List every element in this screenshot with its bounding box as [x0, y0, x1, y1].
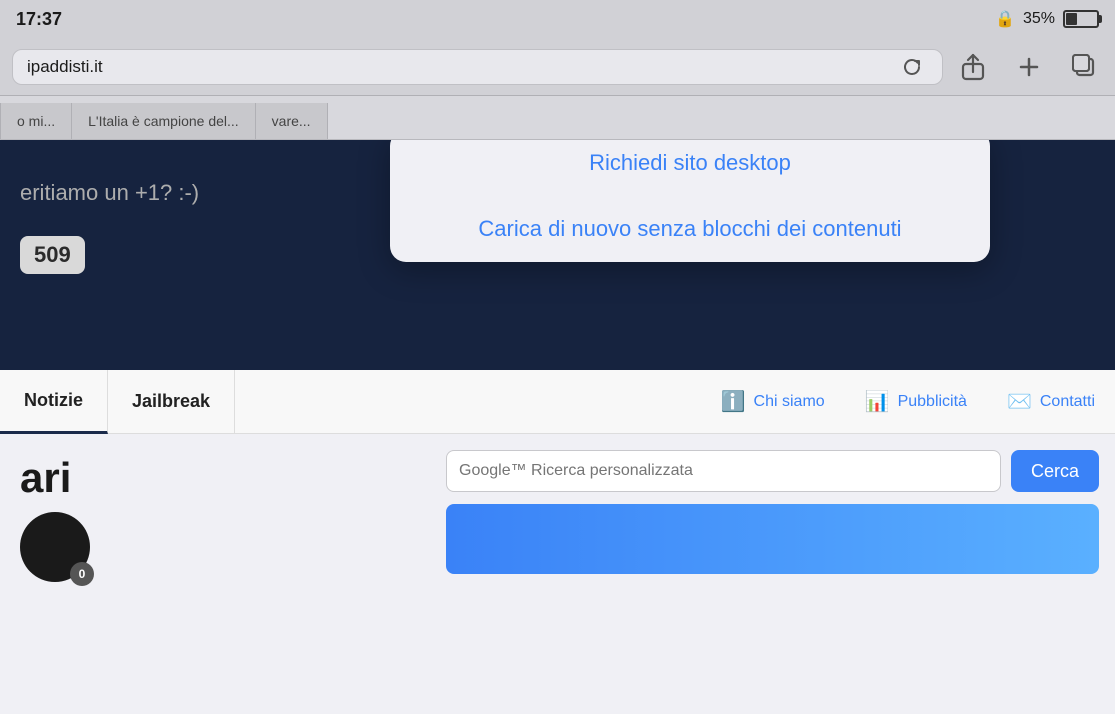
info-icon: ℹ️ [721, 389, 746, 414]
popup-item-reload[interactable]: Carica di nuovo senza blocchi dei conten… [390, 196, 990, 262]
nav-chi-siamo[interactable]: ℹ️ Chi siamo [701, 389, 845, 414]
dark-section: eritiamo un +1? :-) 509 Richiedi sito de… [0, 140, 1115, 370]
nav-notizie[interactable]: Notizie [0, 370, 108, 434]
bottom-title: ari [20, 454, 410, 502]
url-bar[interactable]: ipaddisti.it [12, 49, 943, 85]
nav-contatti-label: Contatti [1040, 393, 1095, 411]
nav-chi-siamo-label: Chi siamo [754, 393, 825, 411]
nav-bar: Notizie Jailbreak ℹ️ Chi siamo 📊 Pubblic… [0, 370, 1115, 434]
nav-contatti[interactable]: ✉️ Contatti [987, 389, 1115, 414]
mail-icon: ✉️ [1007, 389, 1032, 414]
apple-logo: 0 [20, 512, 90, 582]
status-bar: 17:37 🔒 35% [0, 0, 1115, 38]
search-row: Cerca [446, 450, 1099, 492]
popup-dropdown: Richiedi sito desktop Carica di nuovo se… [390, 140, 990, 262]
tabs-button[interactable] [1067, 49, 1103, 85]
popup-item-desktop-label: Richiedi sito desktop [589, 150, 791, 175]
share-button[interactable] [955, 49, 991, 85]
main-content: eritiamo un +1? :-) 509 Richiedi sito de… [0, 140, 1115, 714]
status-time: 17:37 [16, 9, 62, 30]
popup-item-desktop[interactable]: Richiedi sito desktop [390, 140, 990, 196]
tab-item-3[interactable]: vare... [256, 103, 328, 139]
banner-ad [446, 504, 1099, 574]
apple-badge: 0 [70, 562, 94, 586]
add-tab-button[interactable] [1011, 49, 1047, 85]
nav-jailbreak[interactable]: Jailbreak [108, 370, 235, 434]
url-text: ipaddisti.it [27, 57, 896, 77]
search-input[interactable] [446, 450, 1001, 492]
chart-icon: 📊 [865, 389, 890, 414]
status-right: 🔒 35% [995, 9, 1099, 29]
search-button[interactable]: Cerca [1011, 450, 1099, 492]
bg-subtitle: eritiamo un +1? :-) [20, 180, 199, 206]
battery-percent: 35% [1023, 10, 1055, 28]
apple-logo-container: 0 [20, 512, 410, 582]
battery-fill [1066, 13, 1077, 25]
bg-number: 509 [20, 236, 85, 274]
tab-item-2[interactable]: L'Italia è campione del... [72, 103, 256, 139]
browser-chrome: ipaddisti.it [0, 38, 1115, 96]
bottom-left: ari 0 [0, 434, 430, 714]
popup-item-reload-label: Carica di nuovo senza blocchi dei conten… [478, 216, 901, 241]
tabs-bar: o mi... L'Italia è campione del... vare.… [0, 96, 1115, 140]
browser-actions [955, 49, 1103, 85]
bg-text-area: eritiamo un +1? :-) 509 [0, 180, 219, 274]
lock-icon: 🔒 [995, 9, 1015, 29]
reload-button[interactable] [896, 51, 928, 83]
nav-pubblicita-label: Pubblicità [898, 393, 967, 411]
tab-item-1[interactable]: o mi... [0, 103, 72, 139]
bottom-content: ari 0 Cerca [0, 434, 1115, 714]
battery-icon [1063, 10, 1099, 28]
nav-pubblicita[interactable]: 📊 Pubblicità [845, 389, 987, 414]
bottom-right: Cerca [430, 434, 1115, 714]
